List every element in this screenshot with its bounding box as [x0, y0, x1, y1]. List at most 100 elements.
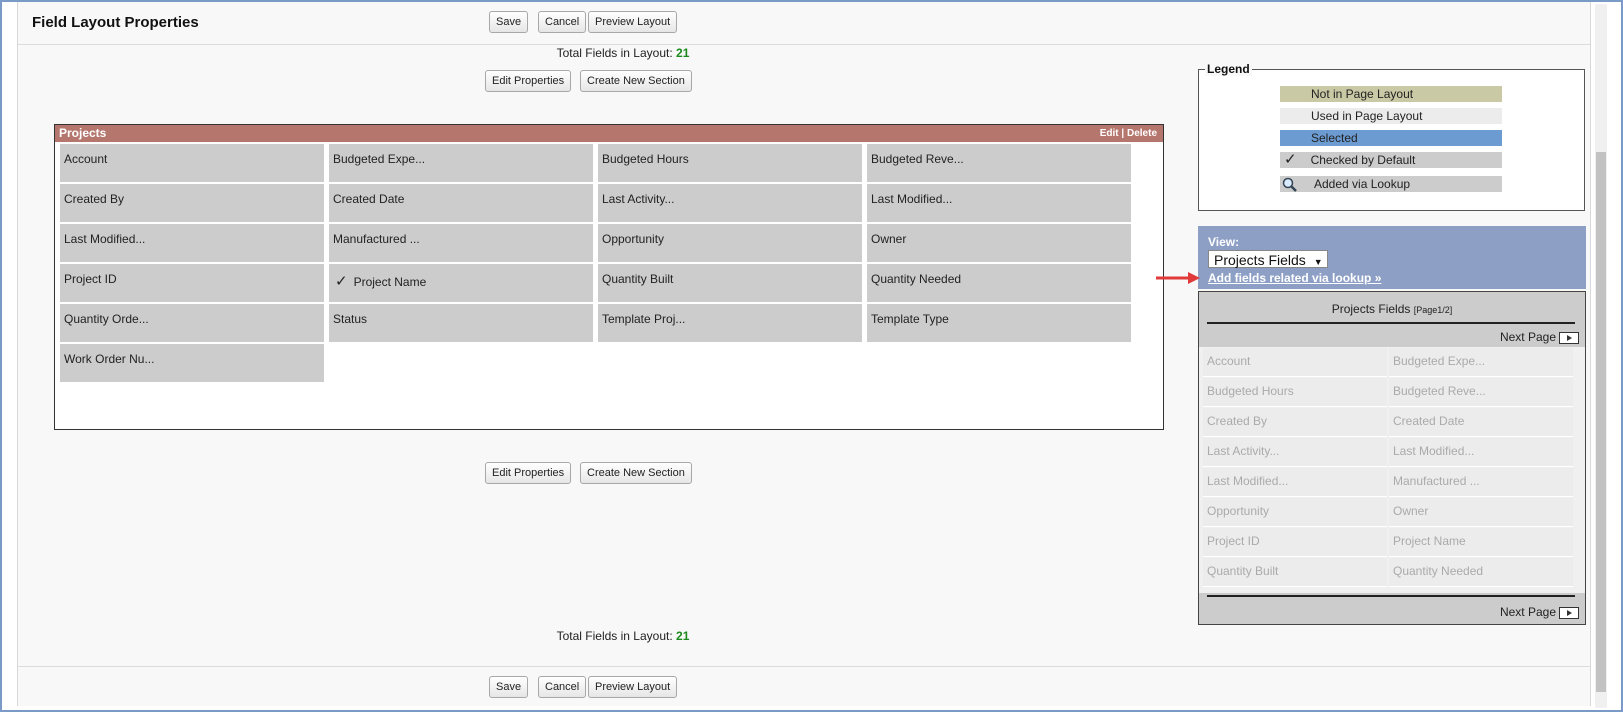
field-label: Quantity Needed [871, 272, 962, 286]
palette-field-quantity-needed[interactable]: Quantity Needed [1389, 558, 1573, 587]
next-page-button-bottom[interactable]: Next Page [1500, 605, 1579, 619]
field-quantity-ordered[interactable]: Quantity Orde... [60, 304, 324, 342]
edit-properties-button-top[interactable]: Edit Properties [485, 70, 572, 92]
create-new-section-button-top[interactable]: Create New Section [580, 70, 692, 92]
field-budgeted-hours[interactable]: Budgeted Hours [598, 144, 862, 182]
total-fields-bottom: Total Fields in Layout: 21 [18, 629, 1228, 643]
field-label: Status [333, 312, 368, 326]
field-quantity-built[interactable]: Quantity Built [598, 264, 862, 302]
field-manufactured[interactable]: Manufactured ... [329, 224, 593, 262]
palette-field-manufactured[interactable]: Manufactured ... [1389, 468, 1573, 497]
field-label: Quantity Built [602, 272, 674, 286]
field-label: Template Proj... [602, 312, 686, 326]
palette-field-created-by[interactable]: Created By [1203, 408, 1387, 437]
field-label: Last Modified... [871, 192, 953, 206]
field-label: Owner [871, 232, 907, 246]
field-work-order-number[interactable]: Work Order Nu... [60, 344, 324, 382]
section-delete-link[interactable]: Delete [1127, 128, 1157, 139]
field-budgeted-revenue[interactable]: Budgeted Reve... [867, 144, 1131, 182]
field-label: Manufactured ... [333, 232, 420, 246]
next-arrow-icon [1559, 331, 1579, 344]
dropdown-arrow-icon: ▼ [1313, 257, 1323, 267]
legend-used-in-layout: Used in Page Layout [1280, 108, 1502, 124]
field-last-modified-2[interactable]: Last Modified... [60, 224, 324, 262]
legend-not-in-layout: Not in Page Layout [1280, 86, 1502, 102]
view-select[interactable]: Projects Fields ▼ [1208, 250, 1328, 268]
palette-field-last-activity[interactable]: Last Activity... [1203, 438, 1387, 467]
palette-field-label: Account [1207, 354, 1251, 368]
palette-field-account[interactable]: Account [1203, 348, 1387, 377]
cancel-button-bottom[interactable]: Cancel [538, 676, 587, 698]
section-header: Projects Edit | Delete [55, 125, 1163, 142]
palette-page-indicator: [Page1/2] [1413, 305, 1453, 315]
field-label: Work Order Nu... [64, 352, 155, 366]
edit-properties-button-bottom[interactable]: Edit Properties [485, 462, 572, 484]
palette-field-opportunity[interactable]: Opportunity [1203, 498, 1387, 527]
field-budgeted-expenses[interactable]: Budgeted Expe... [329, 144, 593, 182]
palette-field-label: Manufactured ... [1393, 474, 1480, 488]
palette-title-text: Projects Fields [1331, 302, 1411, 316]
palette-field-budgeted-hours[interactable]: Budgeted Hours [1203, 378, 1387, 407]
palette-field-label: Quantity Built [1207, 564, 1279, 578]
legend-label: Selected [1311, 131, 1358, 145]
add-fields-lookup-link[interactable]: Add fields related via lookup » [1208, 271, 1381, 285]
palette-field-quantity-built[interactable]: Quantity Built [1203, 558, 1387, 587]
palette-divider [1207, 322, 1575, 324]
page-title: Field Layout Properties [32, 14, 199, 31]
header-bar: Field Layout Properties Save Cancel Prev… [18, 2, 1590, 45]
field-last-modified-1[interactable]: Last Modified... [867, 184, 1131, 222]
field-template-type[interactable]: Template Type [867, 304, 1131, 342]
red-arrow-annotation [1156, 272, 1200, 284]
field-status[interactable]: Status [329, 304, 593, 342]
palette-field-label: Budgeted Hours [1207, 384, 1294, 398]
projects-section: Projects Edit | Delete Account Budgeted … [54, 124, 1164, 430]
section-edit-link[interactable]: Edit [1100, 128, 1119, 139]
field-label: Template Type [871, 312, 949, 326]
create-new-section-button-bottom[interactable]: Create New Section [580, 462, 692, 484]
section-actions: Edit | Delete [1100, 125, 1157, 142]
legend-label: Checked by Default [1310, 153, 1416, 167]
total-fields-count: 21 [676, 629, 690, 643]
save-button[interactable]: Save [489, 11, 529, 33]
palette-field-project-name[interactable]: Project Name [1389, 528, 1573, 557]
field-created-date[interactable]: Created Date [329, 184, 593, 222]
field-created-by[interactable]: Created By [60, 184, 324, 222]
palette-field-label: Quantity Needed [1393, 564, 1484, 578]
palette-footer: Next Page [1199, 593, 1585, 624]
footer-bar: Save Cancel Preview Layout [18, 666, 1590, 707]
field-label: Last Activity... [602, 192, 675, 206]
palette-field-label: Project ID [1207, 534, 1260, 548]
save-button-bottom[interactable]: Save [489, 676, 529, 698]
field-account[interactable]: Account [60, 144, 324, 182]
palette-field-owner[interactable]: Owner [1389, 498, 1573, 527]
field-template-project[interactable]: Template Proj... [598, 304, 862, 342]
field-project-name[interactable]: ✓ Project Name [329, 264, 593, 302]
field-label: Opportunity [602, 232, 665, 246]
total-fields-label: Total Fields in Layout: [556, 629, 673, 643]
section-actions-separator: | [1121, 128, 1125, 139]
field-quantity-needed[interactable]: Quantity Needed [867, 264, 1131, 302]
field-owner[interactable]: Owner [867, 224, 1131, 262]
palette-field-last-modified-1[interactable]: Last Modified... [1389, 438, 1573, 467]
preview-layout-button-bottom[interactable]: Preview Layout [588, 676, 678, 698]
legend-label: Not in Page Layout [1311, 87, 1414, 101]
field-opportunity[interactable]: Opportunity [598, 224, 862, 262]
palette-field-budgeted-expenses[interactable]: Budgeted Expe... [1389, 348, 1573, 377]
field-project-id[interactable]: Project ID [60, 264, 324, 302]
checkmark-icon: ✓ [1284, 151, 1297, 168]
scrollbar-thumb[interactable] [1596, 152, 1606, 692]
field-last-activity[interactable]: Last Activity... [598, 184, 862, 222]
field-palette: Projects Fields [Page1/2] Next Page Acco… [1198, 291, 1586, 625]
next-page-label: Next Page [1499, 605, 1556, 619]
preview-layout-button[interactable]: Preview Layout [588, 11, 678, 33]
palette-field-project-id[interactable]: Project ID [1203, 528, 1387, 557]
cancel-button[interactable]: Cancel [538, 11, 587, 33]
field-label: Last Modified... [64, 232, 146, 246]
total-fields-count: 21 [676, 46, 690, 60]
next-page-button-top[interactable]: Next Page [1500, 330, 1579, 344]
palette-field-last-modified-2[interactable]: Last Modified... [1203, 468, 1387, 497]
palette-field-budgeted-revenue[interactable]: Budgeted Reve... [1389, 378, 1573, 407]
palette-field-label: Created By [1207, 414, 1268, 428]
total-fields-label: Total Fields in Layout: [556, 46, 673, 60]
palette-field-created-date[interactable]: Created Date [1389, 408, 1573, 437]
